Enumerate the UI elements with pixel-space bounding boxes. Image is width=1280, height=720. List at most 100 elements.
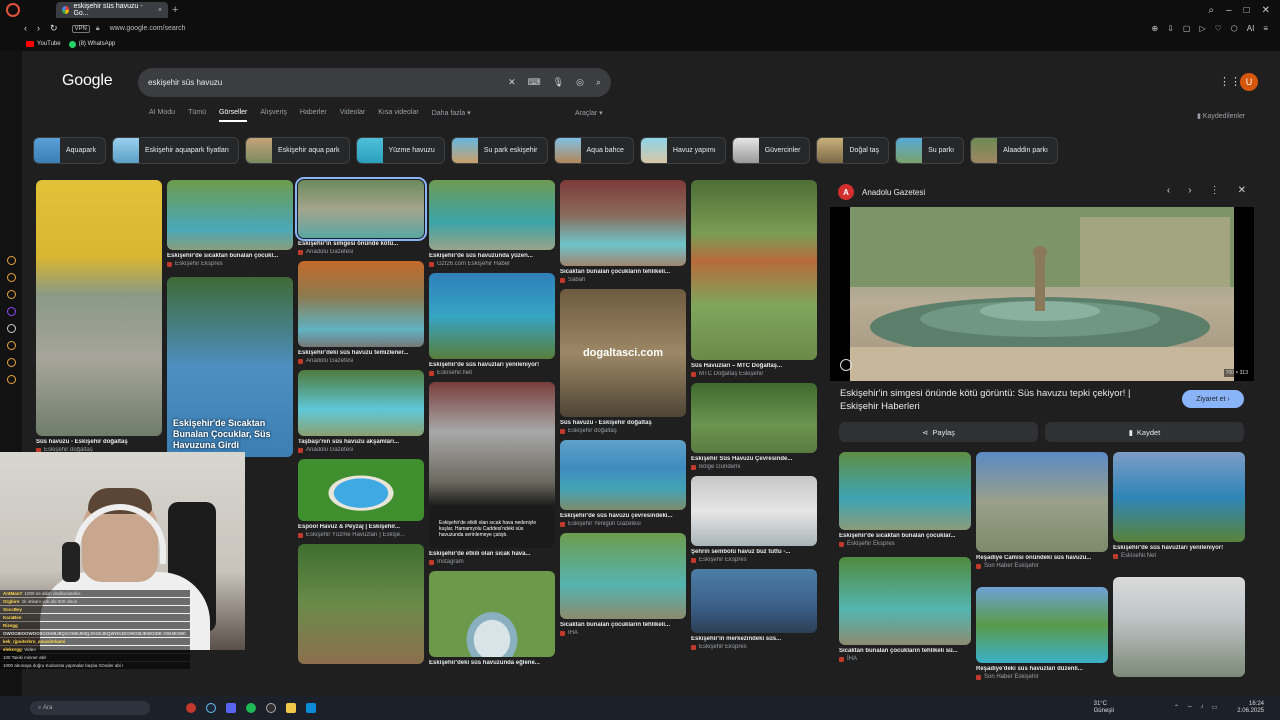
related-card[interactable]: Eskişehir'de sıcaktan bunalan çocuklar..… [839, 452, 971, 547]
result-caption[interactable]: Eskişehir'deki süs havuzu temizlener... [298, 350, 424, 356]
snapshot-icon[interactable]: ▢ [1183, 24, 1191, 33]
result-card[interactable]: Eskişehir'de Sıcaktan Bunalan Çocuklar, … [167, 277, 293, 457]
tab-more[interactable]: Daha fazla ▾ [432, 109, 471, 122]
close-icon[interactable]: ✕ [1238, 185, 1246, 196]
result-card[interactable]: Süs Havuzları – MTC Doğaltaş... MTC Doğa… [691, 180, 817, 377]
tab-news[interactable]: Haberler [300, 109, 327, 122]
result-image[interactable] [691, 476, 817, 546]
browser-tab[interactable]: eskişehir süs havuzu - Go... × [56, 2, 168, 18]
related-caption[interactable]: Eskişehir'de sıcaktan bunalan çocuklar..… [839, 533, 971, 539]
tab-shopping[interactable]: Alışveriş [260, 109, 286, 122]
result-image[interactable] [298, 544, 424, 664]
sidebar-history-icon[interactable] [6, 256, 16, 265]
chip[interactable]: Su parkı [895, 137, 965, 164]
saved-link[interactable]: ▮ Kaydedilenler [1197, 112, 1245, 120]
related-image[interactable] [839, 557, 971, 645]
sidebar-whatsapp-icon[interactable] [6, 290, 16, 299]
result-caption[interactable]: Eskişehir Süs Havuzu Çevresinde... [691, 456, 817, 462]
forward-icon[interactable]: › [37, 23, 40, 34]
result-caption[interactable]: Eskişehir'de süs havuzu çevresindeki... [560, 513, 686, 519]
weather-widget[interactable]: 31°C Güneşli [1094, 701, 1114, 715]
result-card[interactable]: Eskişehir'de sıcaktan bunalan çocukl... … [167, 180, 293, 267]
taskbar-search[interactable]: ⌕ Ara [30, 701, 150, 715]
result-caption[interactable]: Eskişehir'de süs havuzunda yüzen... [429, 253, 555, 259]
preview-source[interactable]: A Anadolu Gazetesi [838, 184, 925, 200]
prev-icon[interactable]: ‹ [1167, 185, 1170, 196]
chip[interactable]: Aquapark [33, 137, 106, 164]
sidebar-messenger-icon[interactable] [6, 273, 16, 282]
network-icon[interactable]: ⌔ [1187, 704, 1193, 712]
tools-menu[interactable]: Araçlar ▾ [575, 109, 603, 117]
result-card[interactable]: Eskişehir'de süs havuzu çevresindeki... … [560, 440, 686, 527]
sidebar-settings-icon[interactable] [6, 375, 16, 384]
visit-button[interactable]: Ziyaret et › [1182, 390, 1244, 408]
result-image[interactable]: Eskişehir'de Sıcaktan Bunalan Çocuklar, … [167, 277, 293, 457]
player-icon[interactable]: ▷ [1199, 24, 1205, 33]
search-icon[interactable]: ⌕ [596, 77, 601, 88]
result-caption[interactable]: Espool Havuz & Peyzaj | Eskişehir... [298, 524, 424, 530]
result-image[interactable]: dogaltasci.com [560, 289, 686, 417]
keyboard-icon[interactable]: ⌨ [528, 77, 541, 88]
chip[interactable]: Yüzme havuzu [355, 137, 445, 164]
related-caption[interactable]: Reşadiye Camisi önündeki süs havuzu... [976, 555, 1108, 561]
related-caption[interactable]: Eskişehir'de süs havuzları yenileniyor! [1113, 545, 1245, 551]
result-image[interactable] [691, 180, 817, 360]
preview-title[interactable]: Eskişehir'in simgesi önünde kötü görüntü… [840, 387, 1160, 413]
result-image[interactable] [429, 180, 555, 250]
result-caption[interactable]: Eskişehir'deki süs havuzunda eğlene... [429, 660, 555, 666]
vpn-badge[interactable]: VPN [71, 24, 90, 33]
chip[interactable]: Doğal taş [816, 137, 890, 164]
reload-icon[interactable]: ↻ [50, 23, 58, 34]
result-caption[interactable]: Süs havuzu - Eskişehir doğaltaş [560, 420, 686, 426]
ai-label[interactable]: AI [1247, 24, 1255, 33]
bookmark-whatsapp[interactable]: (8) WhatsApp [68, 40, 115, 48]
related-image[interactable] [976, 587, 1108, 663]
volume-icon[interactable]: ♪ [1201, 704, 1204, 712]
discord-icon[interactable] [226, 703, 236, 713]
back-icon[interactable]: ‹ [24, 23, 27, 34]
result-image[interactable] [298, 459, 424, 521]
result-card[interactable]: Eskişehir'de süs havuzları yenileniyor! … [429, 273, 555, 376]
result-card-selected[interactable]: Eskişehir'in simgesi önünde kötü... Anad… [295, 177, 427, 255]
result-caption[interactable]: Süs Havuzları – MTC Doğaltaş... [691, 363, 817, 369]
result-caption[interactable]: Sıcaktan bunalan çocukların tehlikeli... [560, 269, 686, 275]
more-options-icon[interactable]: ⋮ [1210, 185, 1220, 196]
tray-chevron-icon[interactable]: ⌃ [1174, 704, 1179, 712]
url-field[interactable]: www.google.com/search [110, 25, 186, 32]
result-card[interactable]: Eskişehir'de süs havuzunda yüzen... Gzt2… [429, 180, 555, 267]
calculator-icon[interactable] [306, 703, 316, 713]
related-caption[interactable]: Sıcaktan bunalan çocukların tehlikeli sü… [839, 648, 971, 654]
result-card[interactable]: Sıcaktan bunalan çocukların tehlikeli...… [560, 180, 686, 283]
sidebar-x-icon[interactable] [6, 324, 16, 333]
result-image[interactable] [167, 180, 293, 250]
result-image[interactable] [691, 383, 817, 453]
result-card[interactable] [298, 544, 424, 664]
tab-images[interactable]: Görseller [218, 109, 248, 122]
result-card[interactable]: Eskişehir Süs Havuzu Çevresinde... Bölge… [691, 383, 817, 470]
result-card[interactable]: Espool Havuz & Peyzaj | Eskişehir... Esk… [298, 459, 424, 538]
search-box[interactable]: eskişehir süs havuzu ✕ ⌨ 🎙︎ ◎ ⌕ [138, 68, 611, 97]
tab-all[interactable]: Tümü [188, 109, 206, 122]
result-image[interactable] [560, 180, 686, 266]
share-button[interactable]: ⋖ Paylaş [839, 422, 1038, 442]
chip[interactable]: Aqua bahce [553, 137, 634, 164]
search-tabs-icon[interactable]: ⌕ [1208, 5, 1214, 16]
related-image[interactable] [1113, 577, 1245, 677]
result-caption[interactable]: Süs havuzu - Eskişehir doğaltaş [36, 439, 162, 445]
related-image[interactable] [976, 452, 1108, 552]
opera-logo-icon[interactable] [6, 3, 20, 17]
related-card[interactable] [1113, 577, 1245, 677]
related-card[interactable]: Reşadiye Camisi önündeki süs havuzu... S… [976, 452, 1108, 569]
google-logo[interactable]: Google [62, 72, 113, 90]
next-icon[interactable]: › [1188, 185, 1191, 196]
result-caption[interactable]: Eskişehir'in simgesi önünde kötü... [298, 241, 424, 247]
result-caption[interactable]: Taşbaşı'nın süs havuzu akşamları... [298, 439, 424, 445]
battery-icon[interactable]: ▭ [1212, 704, 1218, 712]
result-caption[interactable]: Eskişehir'in merkezindeki süs... [691, 636, 817, 642]
chip[interactable]: Su park eskişehir [450, 137, 548, 164]
preview-image[interactable]: 700 × 313 [830, 207, 1254, 381]
close-window-icon[interactable]: ✕ [1262, 5, 1270, 16]
result-card[interactable]: Eskişehir'de etkili olan sıcak hava nede… [429, 382, 555, 565]
related-card[interactable]: Sıcaktan bunalan çocukların tehlikeli sü… [839, 557, 971, 662]
download-icon[interactable]: ⇩ [1167, 24, 1174, 33]
